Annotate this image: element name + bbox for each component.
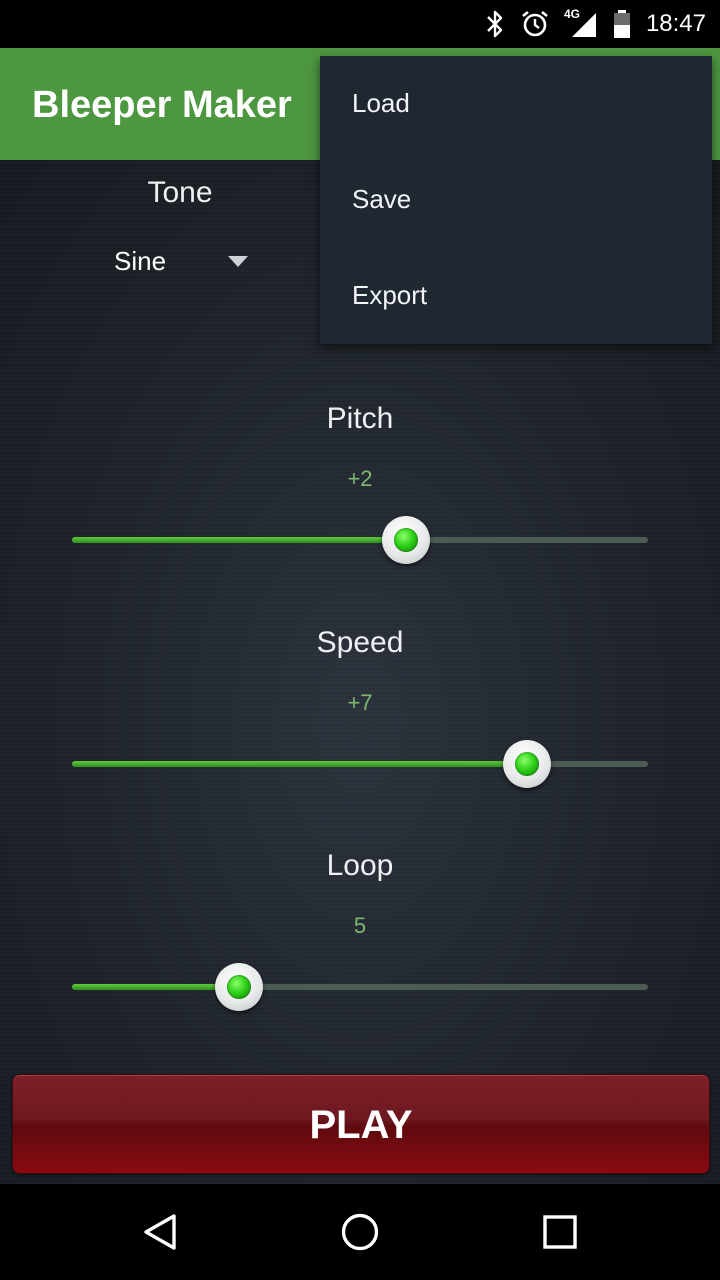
home-icon[interactable] [340,1212,380,1252]
pitch-slider[interactable] [72,516,648,564]
bluetooth-icon [484,9,506,39]
thumb-led-icon [227,975,252,999]
battery-icon [612,9,632,39]
menu-item-export[interactable]: Export [320,248,712,344]
loop-label: Loop [326,849,394,882]
cell-signal-icon: 4G [564,7,598,39]
loop-slider[interactable] [72,963,648,1011]
loop-slider-thumb[interactable] [215,963,264,1011]
pitch-slider-fill [72,537,407,543]
play-button-label: PLAY [309,1103,413,1147]
recents-icon[interactable] [540,1212,580,1252]
pitch-slider-thumb[interactable] [382,516,431,564]
menu-item-label: Save [352,184,412,214]
tone-dropdown[interactable]: Sine [100,240,260,284]
status-icons: 4G 18:47 [484,0,706,48]
nav-bar [0,1184,720,1280]
pitch-label: Pitch [326,402,394,435]
menu-item-label: Load [352,88,410,118]
tone-label: Tone [147,176,213,209]
thumb-led-icon [515,752,540,776]
speed-slider-fill [72,761,528,767]
dropdown-arrow-icon [228,256,248,267]
loop-slider-fill [72,984,240,990]
status-bar: 4G 18:47 [0,0,720,48]
speed-label: Speed [316,626,404,659]
tone-selected-value: Sine [114,246,167,276]
status-time: 18:47 [645,10,706,37]
overflow-menu: Load Save Export [320,56,712,344]
menu-item-load[interactable]: Load [320,56,712,152]
menu-item-save[interactable]: Save [320,152,712,248]
play-button[interactable]: PLAY [12,1074,710,1174]
speed-slider[interactable] [72,740,648,788]
speed-slider-thumb[interactable] [503,740,552,788]
app-title: Bleeper Maker [32,84,292,126]
speed-value: +7 [347,690,373,715]
thumb-led-icon [394,528,419,552]
pitch-value: +2 [347,466,373,491]
back-icon[interactable] [140,1212,180,1252]
loop-value: 5 [353,913,367,938]
menu-item-label: Export [352,280,428,310]
alarm-icon [520,9,550,39]
